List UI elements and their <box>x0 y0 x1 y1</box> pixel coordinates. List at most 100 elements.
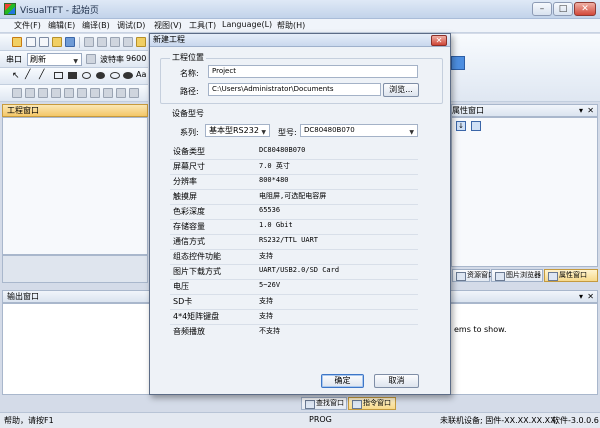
series-select[interactable]: 基本型RS232 ▼ <box>205 124 270 137</box>
spec-key: 触摸屏 <box>173 192 197 201</box>
browse-button[interactable]: 浏览... <box>383 83 419 97</box>
property-pages-icon[interactable] <box>471 121 481 131</box>
baud-label: 波特率 <box>100 55 124 64</box>
lock-icon[interactable] <box>136 37 146 47</box>
project-path-input[interactable]: C:\Users\Administrator\Documents <box>208 83 381 96</box>
connect-icon[interactable] <box>86 54 96 64</box>
close-button[interactable]: ✕ <box>574 2 596 16</box>
resource-icon <box>456 272 466 281</box>
same-width-icon[interactable] <box>90 88 100 98</box>
baud-value[interactable]: 9600 <box>126 54 146 63</box>
copy-icon[interactable] <box>97 37 107 47</box>
align-bottom-icon[interactable] <box>51 88 61 98</box>
status-bar: 帮助，请按F1 PROG 未联机设备; 固件-XX.XX.XX.XX; 软件-3… <box>0 412 600 428</box>
delete-icon[interactable] <box>123 37 133 47</box>
pointer-icon[interactable]: ↖ <box>12 71 20 81</box>
project-name-input[interactable]: Project <box>208 65 418 78</box>
menu-help[interactable]: 帮助(H) <box>277 20 305 31</box>
menu-build[interactable]: 编译(B) <box>82 20 110 31</box>
spec-key: 图片下载方式 <box>173 267 221 276</box>
tab-image-browser[interactable]: 图片浏览器 <box>491 269 543 282</box>
filled-ellipse-icon[interactable] <box>123 72 133 79</box>
spec-value: UART/USB2.0/SD Card <box>259 266 340 274</box>
minimize-button[interactable]: – <box>532 2 552 16</box>
maximize-button[interactable]: □ <box>553 2 573 16</box>
model-group-label: 设备型号 <box>170 108 206 119</box>
dialog-close-button[interactable]: ✕ <box>431 35 447 46</box>
spec-value: RS232/TTL UART <box>259 236 319 244</box>
table-row: 图片下载方式 UART/USB2.0/SD Card <box>170 264 418 280</box>
table-row: 电压 5~26V <box>170 279 418 295</box>
project-name-value: Project <box>212 67 236 75</box>
tab-find-label: 查找窗口 <box>316 399 344 407</box>
tab-find[interactable]: 查找窗口 <box>301 397 347 410</box>
save-icon[interactable] <box>65 37 75 47</box>
spec-key: 4*4矩阵键盘 <box>173 312 220 321</box>
align-right-icon[interactable] <box>25 88 35 98</box>
paste-icon[interactable] <box>110 37 120 47</box>
center-v-icon[interactable] <box>77 88 87 98</box>
menu-view[interactable]: 视图(V) <box>154 20 182 31</box>
same-size-icon[interactable] <box>116 88 126 98</box>
status-device: 未联机设备; 固件-XX.XX.XX.XX; <box>440 416 559 425</box>
spec-value: 支持 <box>259 297 273 305</box>
tab-properties[interactable]: 属性窗口 <box>544 269 598 282</box>
new-file-icon[interactable] <box>26 37 36 47</box>
panel-close-icon[interactable]: ✕ <box>587 105 594 116</box>
cancel-button[interactable]: 取消 <box>374 374 419 388</box>
text-icon[interactable]: Aa <box>136 70 146 79</box>
command-icon <box>352 400 362 409</box>
spec-key: 色彩深度 <box>173 207 205 216</box>
image-icon <box>495 272 505 281</box>
output-close-icon[interactable]: ✕ <box>587 291 594 302</box>
circle-icon[interactable] <box>82 72 91 79</box>
sort-icon[interactable]: ↓ <box>456 121 466 131</box>
menu-debug[interactable]: 调试(D) <box>117 20 145 31</box>
line2-icon[interactable]: ╱ <box>39 70 44 80</box>
port-select[interactable]: 刷新 ▼ <box>27 53 82 66</box>
model-select[interactable]: DC80480B070 ▼ <box>300 124 418 137</box>
filled-circle-icon[interactable] <box>96 72 105 79</box>
dialog-title-bar: 新建工程 <box>150 34 450 47</box>
menu-edit[interactable]: 编辑(E) <box>48 20 75 31</box>
table-row: 设备类型 DC80480B070 <box>170 144 418 160</box>
model-chevron-down-icon: ▼ <box>409 129 414 136</box>
dialog-title: 新建工程 <box>153 35 185 44</box>
menu-tools[interactable]: 工具(T) <box>189 20 216 31</box>
line-icon[interactable]: ╱ <box>25 70 30 80</box>
menu-file[interactable]: 文件(F) <box>14 20 41 31</box>
output-panel-title: 输出窗口 <box>7 292 39 301</box>
status-mode: PROG <box>309 415 332 424</box>
output-pin-icon[interactable]: ▾ <box>579 291 583 302</box>
tab-commands[interactable]: 指令窗口 <box>348 397 396 410</box>
ok-button[interactable]: 确定 <box>321 374 364 388</box>
right-toolbar-area <box>451 34 600 102</box>
tab-resources[interactable]: 资源窗口 <box>452 269 495 282</box>
table-row: 色彩深度 65536 <box>170 204 418 220</box>
rectangle-icon[interactable] <box>54 72 63 79</box>
spec-value: 1.0 Gbit <box>259 221 293 229</box>
spec-key: 屏幕尺寸 <box>173 162 205 171</box>
spec-value: 7.0 英寸 <box>259 162 290 170</box>
path-label: 路径: <box>180 87 199 96</box>
ellipse-icon[interactable] <box>110 72 120 79</box>
center-h-icon[interactable] <box>64 88 74 98</box>
grid-icon[interactable] <box>129 88 139 98</box>
same-height-icon[interactable] <box>103 88 113 98</box>
new-project-dialog: 新建工程 ✕ 工程位置 名称: Project 路径: C:\Users\Adm… <box>149 33 451 395</box>
table-row: 通信方式 RS232/TTL UART <box>170 234 418 250</box>
filled-rectangle-icon[interactable] <box>68 72 77 79</box>
spec-value: 不支持 <box>259 327 280 335</box>
tab-image-browser-label: 图片浏览器 <box>506 271 541 279</box>
open-folder-icon[interactable] <box>52 37 62 47</box>
new-page-icon[interactable] <box>39 37 49 47</box>
cut-icon[interactable] <box>84 37 94 47</box>
pin-icon[interactable]: ▾ <box>579 105 583 116</box>
model-value: DC80480B070 <box>304 126 355 134</box>
align-left-icon[interactable] <box>12 88 22 98</box>
align-top-icon[interactable] <box>38 88 48 98</box>
menu-language[interactable]: Language(L) <box>222 20 272 29</box>
chevron-down-icon: ▼ <box>73 58 78 65</box>
table-row: 组态控件功能 支持 <box>170 249 418 265</box>
new-project-icon[interactable] <box>12 37 22 47</box>
